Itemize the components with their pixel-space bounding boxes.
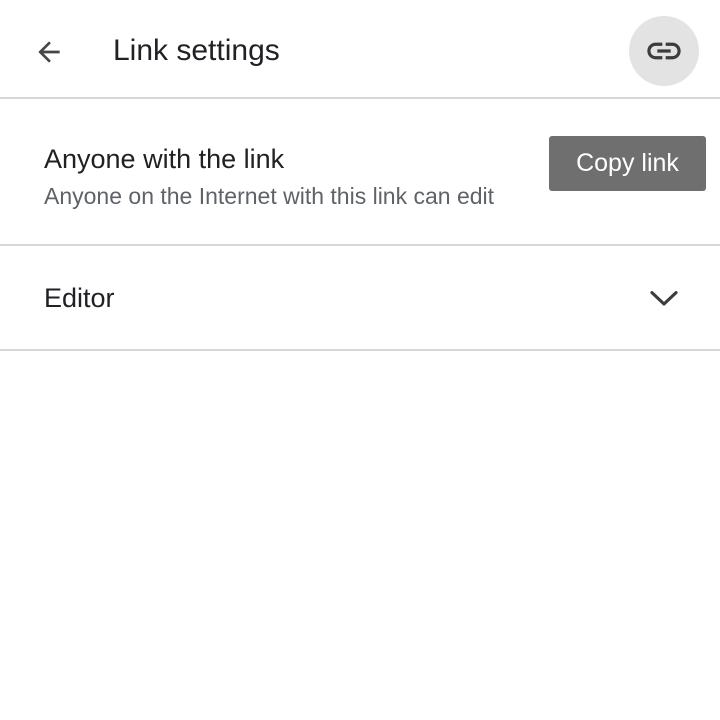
chevron-down-icon [650, 291, 678, 306]
top-app-bar: Link settings [0, 0, 720, 99]
copy-link-tooltip: Copy link [549, 136, 706, 191]
access-title: Anyone with the link [44, 144, 285, 174]
arrow-back-icon [38, 41, 60, 63]
access-subtitle: Anyone on the Internet with this link ca… [44, 183, 495, 209]
page-title: Link settings [113, 34, 280, 67]
link-icon [647, 42, 681, 60]
dropdown-toggle[interactable] [642, 276, 686, 320]
role-dropdown[interactable]: Editor [0, 246, 720, 351]
role-selected-value: Editor [44, 283, 115, 313]
back-button[interactable] [22, 26, 76, 78]
copy-link-button[interactable] [629, 16, 699, 86]
link-settings-screen: Link settings Anyone with the link Anyon… [0, 0, 720, 720]
